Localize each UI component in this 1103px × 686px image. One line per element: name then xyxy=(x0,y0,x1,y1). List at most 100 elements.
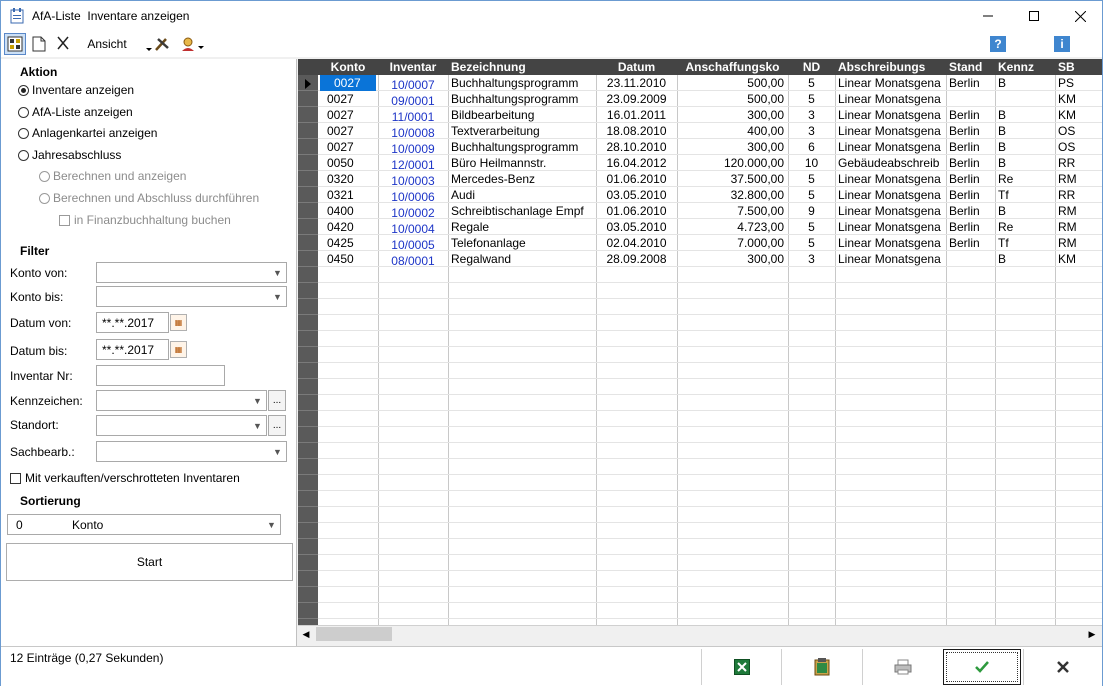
chevron-down-icon[interactable]: ▼ xyxy=(263,515,280,534)
table-cell[interactable]: 3 xyxy=(788,107,835,123)
table-cell[interactable]: Berlin xyxy=(949,171,994,187)
table-cell[interactable]: Büro Heilmannstr. xyxy=(451,155,595,171)
table-cell[interactable]: 0050 xyxy=(327,155,377,171)
fibu-checkbox[interactable]: in Finanzbuchhaltung buchen xyxy=(59,213,231,227)
table-cell[interactable]: B xyxy=(998,107,1054,123)
table-cell[interactable]: Schreibtischanlage Empf xyxy=(451,203,595,219)
table-cell[interactable]: Re xyxy=(998,171,1054,187)
table-cell[interactable]: Buchhaltungsprogramm xyxy=(451,139,595,155)
table-cell[interactable]: 0425 xyxy=(327,235,377,251)
konto-von-combo[interactable]: ▼ xyxy=(96,262,287,283)
table-cell[interactable]: 500,00 xyxy=(677,75,784,91)
user-dropdown-button[interactable] xyxy=(179,33,207,55)
table-cell[interactable]: B xyxy=(998,203,1054,219)
table-cell[interactable]: Linear Monatsgena xyxy=(838,123,945,139)
table-cell[interactable]: 10/0008 xyxy=(378,125,448,141)
table-cell[interactable]: Tf xyxy=(998,187,1054,203)
radio-inventare-anzeigen[interactable]: Inventare anzeigen xyxy=(18,83,134,97)
table-cell[interactable]: Linear Monatsgena xyxy=(838,171,945,187)
table-cell[interactable]: Bildbearbeitung xyxy=(451,107,595,123)
view-toggle-button[interactable] xyxy=(4,33,26,55)
table-cell[interactable]: 120.000,00 xyxy=(677,155,784,171)
table-cell[interactable]: B xyxy=(998,75,1054,91)
maximize-button[interactable] xyxy=(1011,1,1057,31)
table-cell[interactable]: 6 xyxy=(788,139,835,155)
kennzeichen-browse-button[interactable]: ... xyxy=(268,390,286,411)
table-cell[interactable]: 10 xyxy=(788,155,835,171)
chevron-down-icon[interactable]: ▼ xyxy=(269,287,286,306)
table-cell[interactable]: RR xyxy=(1058,187,1101,203)
table-cell[interactable]: 18.08.2010 xyxy=(596,123,677,139)
table-cell[interactable]: RM xyxy=(1058,171,1101,187)
inventar-nr-field[interactable] xyxy=(96,365,225,386)
table-cell[interactable]: 5 xyxy=(788,187,835,203)
table-cell[interactable]: Linear Monatsgena xyxy=(838,219,945,235)
table-cell[interactable]: 0027 xyxy=(327,107,377,123)
table-cell[interactable]: Linear Monatsgena xyxy=(838,139,945,155)
table-cell[interactable]: Linear Monatsgena xyxy=(838,107,945,123)
table-cell[interactable]: 0027 xyxy=(327,91,377,107)
column-header[interactable]: Anschaffungsko xyxy=(677,59,788,75)
table-cell[interactable]: 16.01.2011 xyxy=(596,107,677,123)
table-cell[interactable]: 500,00 xyxy=(677,91,784,107)
datum-von-field[interactable]: **.**.2017 xyxy=(96,312,169,333)
table-cell[interactable]: 12/0001 xyxy=(378,157,448,173)
konto-bis-combo[interactable]: ▼ xyxy=(96,286,287,307)
column-header[interactable]: Konto xyxy=(318,59,378,75)
table-cell[interactable]: 0321 xyxy=(327,187,377,203)
calendar-icon[interactable]: ▦ xyxy=(170,314,187,331)
close-button[interactable] xyxy=(1057,1,1103,31)
table-cell[interactable]: Berlin xyxy=(949,187,994,203)
kennzeichen-combo[interactable]: ▼ ... xyxy=(96,390,286,411)
table-cell[interactable]: 32.800,00 xyxy=(677,187,784,203)
column-header[interactable]: ND xyxy=(788,59,835,75)
table-cell[interactable]: 01.06.2010 xyxy=(596,203,677,219)
table-cell[interactable]: RM xyxy=(1058,235,1101,251)
chevron-down-icon[interactable]: ▼ xyxy=(269,442,286,461)
table-cell[interactable]: 10/0003 xyxy=(378,173,448,189)
column-header[interactable]: SB xyxy=(1055,59,1102,75)
table-cell[interactable]: 400,00 xyxy=(677,123,784,139)
table-cell[interactable]: Linear Monatsgena xyxy=(838,91,945,107)
table-cell[interactable]: 5 xyxy=(788,91,835,107)
table-cell[interactable]: Berlin xyxy=(949,107,994,123)
standort-combo[interactable]: ▼ ... xyxy=(96,415,286,436)
table-cell[interactable]: Telefonanlage xyxy=(451,235,595,251)
table-cell[interactable]: Buchhaltungsprogramm xyxy=(451,75,595,91)
table-cell[interactable]: 0420 xyxy=(327,219,377,235)
cut-button[interactable] xyxy=(53,33,73,55)
column-header[interactable]: Datum xyxy=(596,59,677,75)
column-header[interactable]: Kennz xyxy=(995,59,1055,75)
table-cell[interactable]: Tf xyxy=(998,235,1054,251)
table-cell[interactable]: OS xyxy=(1058,123,1101,139)
scroll-right-icon[interactable]: ▶ xyxy=(1086,628,1098,640)
table-cell[interactable]: Mercedes-Benz xyxy=(451,171,595,187)
table-cell[interactable]: 5 xyxy=(788,219,835,235)
table-cell[interactable]: Linear Monatsgena xyxy=(838,251,945,267)
table-cell[interactable]: 28.09.2008 xyxy=(596,251,677,267)
table-cell[interactable]: 300,00 xyxy=(677,139,784,155)
table-cell[interactable]: 3 xyxy=(788,251,835,267)
new-document-button[interactable] xyxy=(29,33,49,55)
sachbearb-combo[interactable]: ▼ xyxy=(96,441,287,462)
chevron-down-icon[interactable]: ▼ xyxy=(249,391,266,410)
table-cell[interactable]: PS xyxy=(1058,75,1101,91)
table-cell[interactable]: 0320 xyxy=(327,171,377,187)
table-cell[interactable]: 7.000,00 xyxy=(677,235,784,251)
table-cell[interactable]: Linear Monatsgena xyxy=(838,203,945,219)
table-cell[interactable]: 3 xyxy=(788,123,835,139)
table-cell[interactable]: RM xyxy=(1058,203,1101,219)
table-cell[interactable]: B xyxy=(998,155,1054,171)
table-cell[interactable]: 5 xyxy=(788,75,835,91)
table-cell[interactable]: 01.06.2010 xyxy=(596,171,677,187)
table-cell[interactable]: RR xyxy=(1058,155,1101,171)
table-cell[interactable]: 300,00 xyxy=(677,251,784,267)
column-header[interactable]: Stand xyxy=(946,59,995,75)
radio-anlagenkartei-anzeigen[interactable]: Anlagenkartei anzeigen xyxy=(18,126,157,140)
clipboard-button[interactable] xyxy=(781,649,862,685)
table-cell[interactable]: 10/0002 xyxy=(378,205,448,221)
table-cell[interactable]: B xyxy=(998,123,1054,139)
table-cell[interactable]: Linear Monatsgena xyxy=(838,187,945,203)
table-cell[interactable]: Berlin xyxy=(949,235,994,251)
datum-bis-field[interactable]: **.**.2017 xyxy=(96,339,169,360)
